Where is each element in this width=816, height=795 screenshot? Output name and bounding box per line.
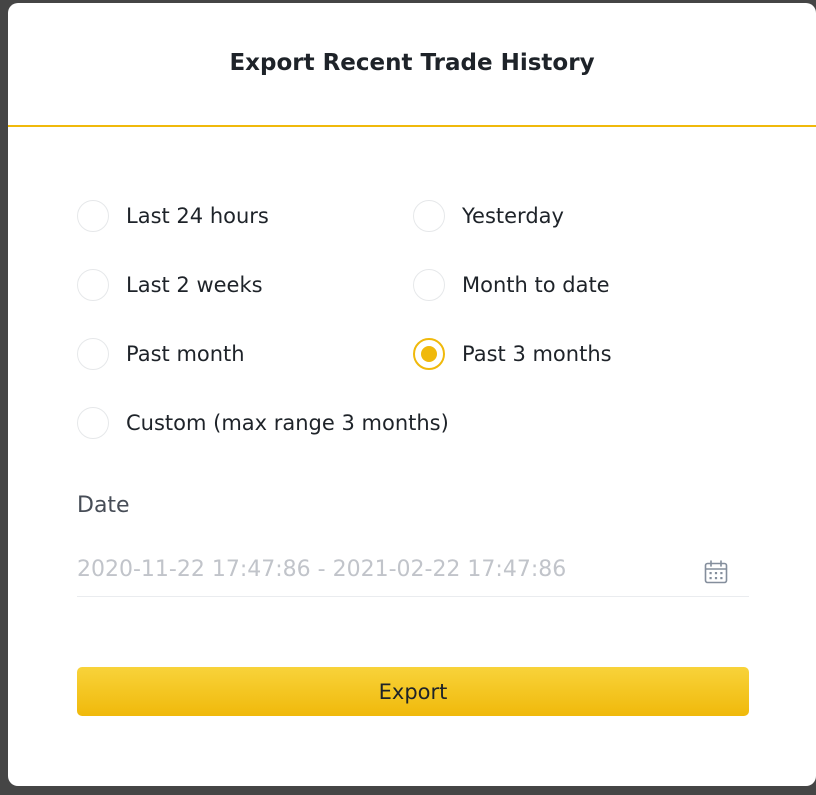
radio-button-unchecked[interactable] — [413, 269, 445, 301]
date-label: Date — [77, 493, 130, 518]
date-range-value: 2020-11-22 17:47:86 - 2021-02-22 17:47:8… — [77, 557, 567, 582]
option-last-2-weeks[interactable]: Last 2 weeks — [77, 269, 263, 301]
modal-title: Export Recent Trade History — [229, 50, 595, 76]
option-label: Past 3 months — [462, 342, 612, 366]
option-label: Last 2 weeks — [126, 273, 263, 297]
export-button[interactable]: Export — [77, 667, 749, 716]
option-custom[interactable]: Custom (max range 3 months) — [77, 407, 449, 439]
option-last-24-hours[interactable]: Last 24 hours — [77, 200, 269, 232]
option-label: Last 24 hours — [126, 204, 269, 228]
calendar-icon[interactable] — [703, 559, 729, 585]
radio-button-unchecked[interactable] — [413, 200, 445, 232]
option-past-month[interactable]: Past month — [77, 338, 245, 370]
radio-button-unchecked[interactable] — [77, 338, 109, 370]
option-past-3-months[interactable]: Past 3 months — [413, 338, 612, 370]
option-label: Yesterday — [462, 204, 564, 228]
option-label: Past month — [126, 342, 245, 366]
date-range-input[interactable]: 2020-11-22 17:47:86 - 2021-02-22 17:47:8… — [77, 551, 749, 597]
radio-button-unchecked[interactable] — [77, 407, 109, 439]
radio-button-unchecked[interactable] — [77, 269, 109, 301]
radio-button-unchecked[interactable] — [77, 200, 109, 232]
option-label: Custom (max range 3 months) — [126, 411, 449, 435]
option-label: Month to date — [462, 273, 610, 297]
modal-header: Export Recent Trade History — [8, 3, 816, 127]
option-yesterday[interactable]: Yesterday — [413, 200, 564, 232]
radio-button-checked[interactable] — [413, 338, 445, 370]
export-trade-history-modal: Export Recent Trade History Last 24 hour… — [8, 3, 816, 786]
option-month-to-date[interactable]: Month to date — [413, 269, 610, 301]
radio-selected-dot — [421, 346, 437, 362]
